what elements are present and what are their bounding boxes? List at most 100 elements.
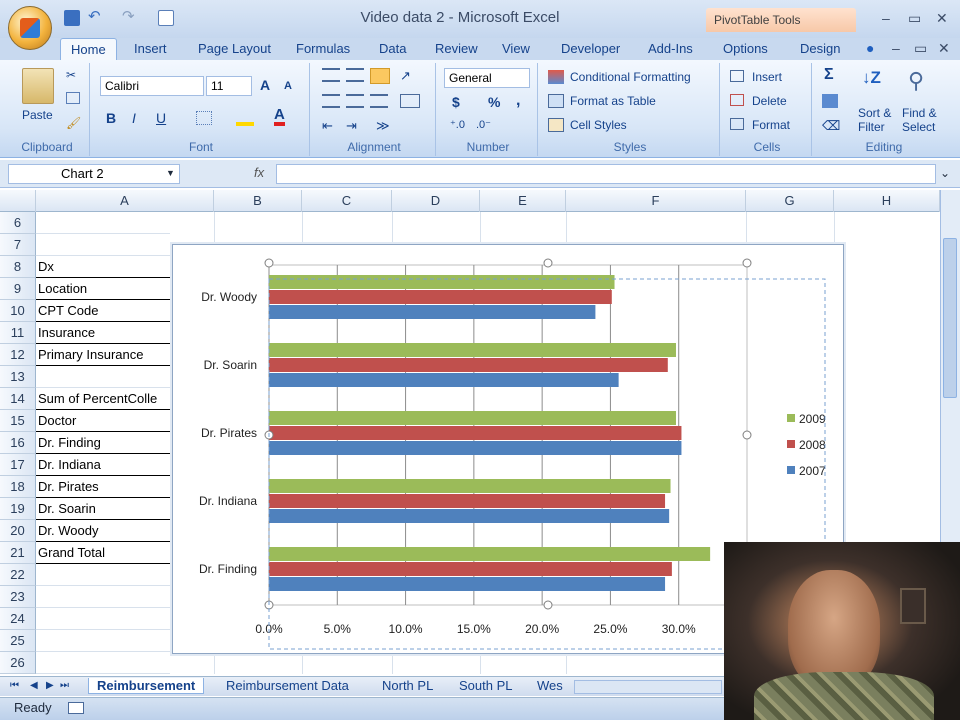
row-header[interactable]: 17: [0, 454, 36, 476]
tab-view[interactable]: View: [502, 38, 530, 60]
sheet-tab-reimbursement[interactable]: Reimbursement: [88, 678, 205, 694]
insert-function-button[interactable]: fx: [254, 165, 264, 180]
number-format-field[interactable]: General: [444, 68, 530, 88]
expand-formula-bar-icon[interactable]: ⌄: [940, 166, 950, 180]
cut-icon[interactable]: ✂: [66, 68, 76, 82]
row-header[interactable]: 9: [0, 278, 36, 300]
tab-insert[interactable]: Insert: [134, 38, 167, 60]
row-header[interactable]: 21: [0, 542, 36, 564]
insert-cells-button[interactable]: Insert: [752, 70, 782, 84]
clear-icon[interactable]: ⌫: [822, 118, 840, 134]
format-as-table-button[interactable]: Format as Table: [570, 94, 656, 108]
grow-font-button[interactable]: A: [260, 77, 270, 93]
column-header[interactable]: G: [746, 190, 834, 212]
copy-icon[interactable]: [66, 92, 80, 104]
align-middle-icon[interactable]: [346, 68, 364, 82]
scroll-thumb[interactable]: [943, 238, 957, 398]
undo-icon[interactable]: ↶: [88, 9, 104, 26]
cell-a[interactable]: [36, 564, 170, 586]
cell-a[interactable]: [36, 234, 170, 256]
cell-a[interactable]: Sum of PercentColle: [36, 388, 170, 410]
name-box-dropdown-icon[interactable]: ▼: [166, 168, 175, 178]
italic-button[interactable]: I: [132, 110, 136, 126]
increase-decimal-icon[interactable]: ⁺.0: [450, 118, 465, 131]
cell-a[interactable]: [36, 608, 170, 630]
format-cells-button[interactable]: Format: [752, 118, 790, 132]
sheet-tab-reimbursement-data[interactable]: Reimbursement Data: [226, 678, 349, 694]
name-box[interactable]: Chart 2: [8, 164, 180, 184]
column-header[interactable]: A: [36, 190, 214, 212]
font-name-field[interactable]: Calibri: [100, 76, 204, 96]
orientation-icon[interactable]: ↗: [400, 68, 411, 84]
workbook-minimize-icon[interactable]: –: [892, 40, 900, 56]
cell-a[interactable]: Dr. Pirates: [36, 476, 170, 498]
font-size-field[interactable]: 11: [206, 76, 252, 96]
cell-a[interactable]: Dr. Soarin: [36, 498, 170, 520]
fill-color-icon[interactable]: [236, 110, 254, 126]
currency-button[interactable]: $: [452, 94, 460, 110]
formula-input[interactable]: [276, 164, 936, 184]
row-header[interactable]: 18: [0, 476, 36, 498]
delete-cells-button[interactable]: Delete: [752, 94, 787, 108]
shrink-font-button[interactable]: A: [284, 80, 292, 92]
sheet-last-icon[interactable]: ⏭: [60, 678, 69, 694]
office-button[interactable]: [8, 6, 52, 50]
sort-filter-label-2[interactable]: Filter: [858, 120, 885, 134]
row-header[interactable]: 8: [0, 256, 36, 278]
row-header[interactable]: 6: [0, 212, 36, 234]
find-select-label-1[interactable]: Find &: [902, 106, 937, 120]
help-icon[interactable]: ●: [866, 40, 874, 56]
align-left-icon[interactable]: [322, 94, 340, 108]
percent-button[interactable]: %: [488, 94, 500, 110]
row-header[interactable]: 22: [0, 564, 36, 586]
row-header[interactable]: 16: [0, 432, 36, 454]
cell-a[interactable]: Dr. Finding: [36, 432, 170, 454]
column-header[interactable]: D: [392, 190, 480, 212]
redo-icon[interactable]: ↷: [122, 9, 138, 26]
tab-home[interactable]: Home: [60, 38, 117, 60]
minimize-icon[interactable]: –: [882, 10, 890, 26]
sheet-prev-icon[interactable]: ◀: [30, 678, 38, 694]
cell-a[interactable]: [36, 586, 170, 608]
workbook-restore-icon[interactable]: ▭: [914, 40, 927, 57]
row-header[interactable]: 20: [0, 520, 36, 542]
row-header[interactable]: 10: [0, 300, 36, 322]
row-header[interactable]: 13: [0, 366, 36, 388]
cell-a[interactable]: Dr. Indiana: [36, 454, 170, 476]
row-header[interactable]: 24: [0, 608, 36, 630]
sheet-next-icon[interactable]: ▶: [46, 678, 54, 694]
align-center-icon[interactable]: [346, 94, 364, 108]
sheet-tab-south-pl[interactable]: South PL: [459, 678, 513, 694]
cell-a[interactable]: Grand Total: [36, 542, 170, 564]
column-header[interactable]: E: [480, 190, 566, 212]
column-header[interactable]: B: [214, 190, 302, 212]
cell-a[interactable]: Doctor: [36, 410, 170, 432]
column-header[interactable]: F: [566, 190, 746, 212]
sheet-tab-north-pl[interactable]: North PL: [382, 678, 433, 694]
save-icon[interactable]: [64, 10, 80, 26]
tab-formulas[interactable]: Formulas: [296, 38, 350, 60]
row-header[interactable]: 25: [0, 630, 36, 652]
font-color-icon[interactable]: A: [274, 107, 285, 126]
row-header[interactable]: 15: [0, 410, 36, 432]
find-select-label-2[interactable]: Select: [902, 120, 935, 134]
merge-center-icon[interactable]: [400, 94, 420, 108]
format-painter-icon[interactable]: 🖌: [66, 116, 81, 130]
quick-access-icon[interactable]: [158, 10, 174, 26]
row-header[interactable]: 11: [0, 322, 36, 344]
horizontal-scrollbar[interactable]: [574, 680, 722, 694]
align-right-icon[interactable]: [370, 94, 388, 108]
cell-a[interactable]: Dr. Woody: [36, 520, 170, 542]
tab-review[interactable]: Review: [435, 38, 478, 60]
wrap-text-icon[interactable]: ≫: [376, 118, 390, 134]
paste-button[interactable]: Paste: [22, 108, 53, 122]
sheet-first-icon[interactable]: ⏮: [10, 678, 19, 694]
align-bottom-icon[interactable]: [370, 68, 390, 84]
cell-styles-button[interactable]: Cell Styles: [570, 118, 627, 132]
cell-a[interactable]: Insurance: [36, 322, 170, 344]
fill-icon[interactable]: [822, 94, 838, 108]
comma-button[interactable]: ,: [516, 92, 520, 110]
cell-a[interactable]: Primary Insurance: [36, 344, 170, 366]
row-header[interactable]: 12: [0, 344, 36, 366]
select-all-button[interactable]: [0, 190, 36, 212]
